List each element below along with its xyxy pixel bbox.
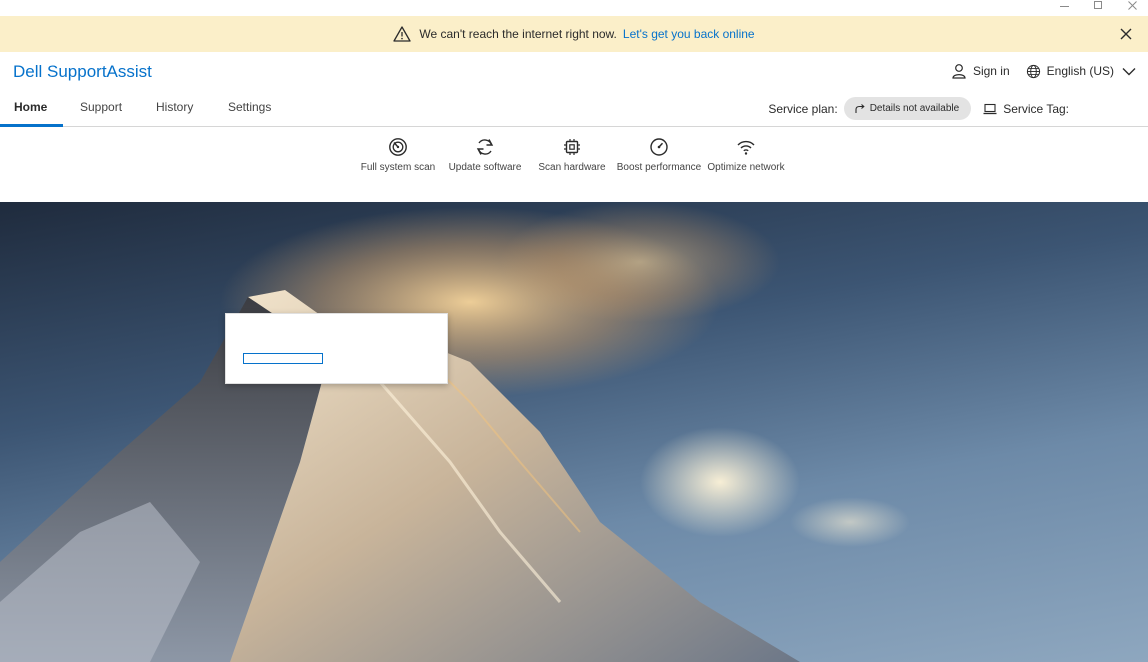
sign-in-button[interactable]: Sign in: [951, 63, 1010, 79]
banner-message: We can't reach the internet right now.: [419, 27, 617, 41]
tab-history[interactable]: History: [156, 100, 193, 127]
service-info: Service plan: Details not available Serv…: [768, 97, 1069, 120]
warning-icon: [393, 26, 412, 42]
laptop-icon: [983, 103, 997, 114]
refresh-icon: [476, 139, 494, 155]
globe-icon: [1026, 64, 1040, 78]
maximize-icon[interactable]: [1088, 0, 1108, 12]
action-label: Scan hardware: [538, 162, 606, 173]
window-titlebar: [0, 0, 1148, 16]
language-label: English (US): [1046, 64, 1114, 78]
scan-icon: [389, 138, 407, 156]
tab-support[interactable]: Support: [80, 100, 122, 127]
action-label: Optimize network: [707, 162, 785, 173]
action-label: Update software: [448, 162, 522, 173]
reconnect-link[interactable]: Let's get you back online: [623, 27, 755, 41]
boost-performance-button[interactable]: Boost performance: [616, 137, 702, 175]
service-tag-label: Service Tag:: [1003, 101, 1069, 116]
quick-actions-bar: Full system scan Update software Scan ha…: [0, 127, 1148, 202]
chip-icon: [564, 139, 580, 155]
optimize-network-button[interactable]: Optimize network: [703, 137, 789, 175]
loading-dialog: [225, 313, 448, 384]
service-plan-label: Service plan:: [768, 101, 838, 116]
chevron-down-icon: [1122, 67, 1136, 75]
header-actions: Sign in English (US): [951, 62, 1136, 80]
mountain-image: [0, 202, 910, 662]
tab-settings[interactable]: Settings: [228, 100, 271, 127]
redo-icon: [855, 103, 865, 113]
action-label: Full system scan: [360, 162, 436, 173]
service-plan-value: Details not available: [869, 103, 960, 114]
service-plan-refresh-button[interactable]: Details not available: [843, 97, 972, 120]
wifi-icon: [737, 140, 755, 155]
action-label: Boost performance: [616, 162, 702, 173]
app-title: Dell SupportAssist: [13, 62, 152, 81]
user-icon: [952, 64, 966, 79]
close-icon[interactable]: [1122, 0, 1142, 12]
hero-background: [0, 202, 1148, 662]
update-software-button[interactable]: Update software: [442, 137, 528, 175]
gauge-icon: [650, 138, 668, 156]
offline-banner: We can't reach the internet right now. L…: [0, 16, 1148, 52]
dialog-button[interactable]: [243, 353, 323, 364]
service-tag: Service Tag:: [983, 102, 1069, 116]
language-selector[interactable]: English (US): [1026, 64, 1136, 79]
scan-hardware-button[interactable]: Scan hardware: [529, 137, 615, 175]
tab-home[interactable]: Home: [14, 100, 47, 127]
banner-close-icon[interactable]: [1118, 26, 1134, 42]
minimize-icon[interactable]: [1054, 0, 1074, 12]
full-system-scan-button[interactable]: Full system scan: [355, 137, 441, 175]
sign-in-label: Sign in: [972, 64, 1010, 78]
